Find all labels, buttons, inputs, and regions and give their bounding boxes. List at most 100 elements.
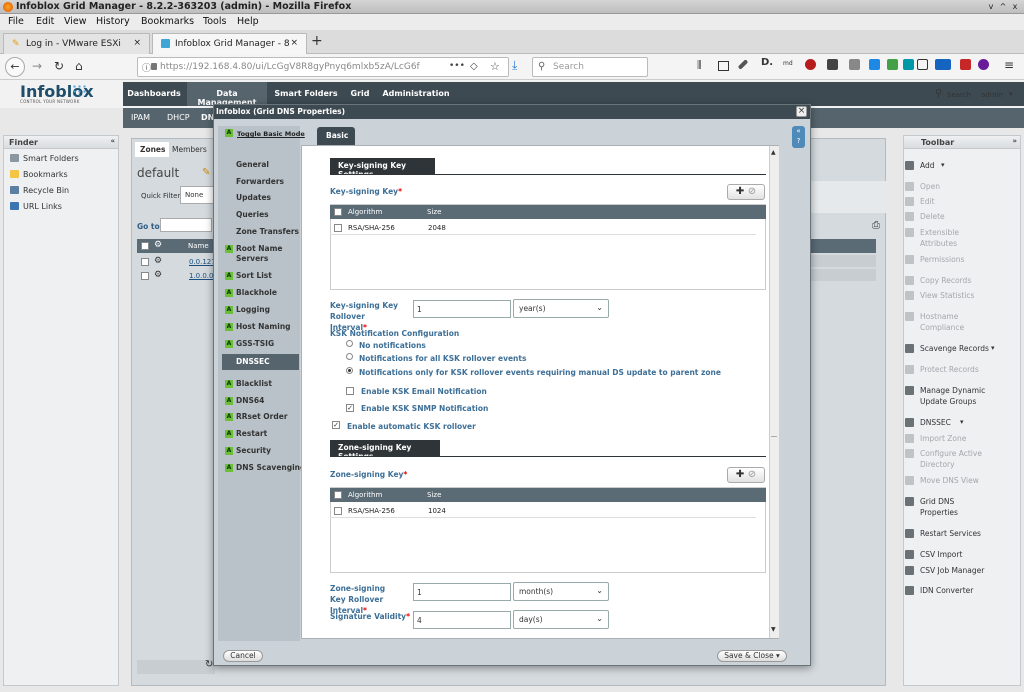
nav-forwarders[interactable]: Forwarders (236, 177, 284, 186)
zsk-interval-input[interactable]: 1 (413, 583, 511, 601)
menu-file[interactable]: File (8, 16, 24, 27)
toolbar-csv-import[interactable]: CSV Import (905, 549, 962, 560)
finder-smart-folders[interactable]: Smart Folders (10, 154, 79, 163)
help-panel-toggle[interactable]: «? (792, 126, 805, 148)
menu-help[interactable]: Help (237, 16, 259, 27)
user-menu-chevron-icon[interactable]: ▾ (1009, 90, 1013, 98)
maximize-button[interactable]: ^ (998, 2, 1008, 12)
scroll-down-icon[interactable]: ▼ (771, 626, 776, 633)
menu-history[interactable]: History (96, 16, 130, 27)
nav-blackhole[interactable]: Blackhole (236, 288, 277, 297)
no-notifications-radio[interactable] (346, 340, 353, 347)
algorithm-column[interactable]: Algorithm (348, 208, 382, 216)
home-button[interactable]: ⌂ (75, 59, 83, 73)
scroll-up-icon[interactable]: ▲ (771, 149, 776, 156)
tab-members[interactable]: Members (172, 145, 207, 154)
add-dropdown-icon[interactable]: ▾ (941, 161, 945, 169)
signature-validity-input[interactable]: 4 (413, 611, 511, 629)
toolbar-manage-dynamic-update-groups[interactable]: Manage Dynamic Update Groups (905, 385, 997, 407)
toolbar-scavenge-records[interactable]: Scavenge Records (905, 343, 989, 354)
select-all-checkbox[interactable] (141, 242, 149, 250)
collapse-icon[interactable]: « (110, 137, 115, 145)
nav-rrset-order[interactable]: RRset Order (236, 412, 288, 421)
toolbar-import-zone[interactable]: Import Zone (905, 433, 966, 444)
app-search-label[interactable]: Search (947, 91, 971, 99)
close-tab-icon[interactable]: × (290, 38, 298, 48)
menu-tools[interactable]: Tools (203, 16, 226, 27)
d-extension-icon[interactable]: D. (761, 57, 773, 68)
md-extension-icon[interactable]: md (783, 60, 794, 71)
row-gear-icon[interactable]: ⚙ (154, 270, 162, 280)
menu-hamburger-icon[interactable]: ≡ (1004, 58, 1014, 72)
toolbar-edit[interactable]: Edit (905, 196, 935, 207)
puzzle-extension-icon[interactable] (978, 59, 989, 70)
extension-icon[interactable] (827, 59, 838, 70)
add-icon[interactable]: ✚ (736, 186, 744, 197)
nav-blacklist[interactable]: Blacklist (236, 379, 272, 388)
size-column[interactable]: Size (427, 491, 441, 499)
toolbar-extensible-attributes[interactable]: Extensible Attributes (905, 227, 987, 249)
s-extension-icon[interactable] (869, 59, 880, 70)
nav-restart[interactable]: Restart (236, 429, 267, 438)
nav-queries[interactable]: Queries (236, 210, 269, 219)
row-gear-icon[interactable]: ⚙ (154, 256, 162, 266)
toolbar-hostname-compliance[interactable]: Hostname Compliance (905, 311, 977, 333)
nav-dns64[interactable]: DNS64 (236, 396, 264, 405)
toolbar-grid-dns-properties[interactable]: Grid DNS Properties (905, 496, 967, 518)
tab-vmware[interactable]: ✎ Log in - VMware ESXi × (3, 33, 150, 54)
zsk-row[interactable]: RSA/SHA-256 1024 (330, 504, 756, 518)
algorithm-column[interactable]: Algorithm (348, 491, 382, 499)
nav-updates[interactable]: Updates (236, 193, 271, 202)
nav-dns-scavenging[interactable]: DNS Scavenging (236, 463, 305, 472)
subnav-dhcp[interactable]: DHCP (167, 113, 190, 122)
user-menu[interactable]: admin (981, 91, 1003, 99)
ksk-row[interactable]: RSA/SHA-256 2048 (330, 221, 756, 235)
page-actions-icon[interactable]: ••• (449, 61, 465, 71)
cancel-button[interactable]: Cancel (223, 650, 263, 662)
all-notifications-radio[interactable] (346, 353, 353, 360)
nav-administration[interactable]: Administration (381, 82, 451, 106)
row-checkbox[interactable] (141, 272, 149, 280)
nav-sort-list[interactable]: Sort List (236, 271, 272, 280)
nav-root-name-servers[interactable]: Root Name Servers (236, 244, 296, 264)
nav-general[interactable]: General (236, 160, 269, 169)
forward-button[interactable]: → (32, 59, 42, 73)
row-checkbox[interactable] (334, 224, 342, 232)
nav-data-management[interactable]: Data Management (187, 82, 267, 107)
zone-link[interactable]: 1.0.0.0 (189, 272, 214, 280)
remove-icon[interactable]: ⊘ (748, 469, 756, 480)
nav-gss-tsig[interactable]: GSS-TSIG (236, 339, 274, 348)
toolbar-open[interactable]: Open (905, 181, 940, 192)
toolbar-csv-job-manager[interactable]: CSV Job Manager (905, 565, 984, 576)
reload-button[interactable]: ↻ (54, 59, 64, 73)
tab-zones[interactable]: Zones (135, 142, 169, 157)
screenshot-icon[interactable] (903, 59, 914, 70)
toolbar-add[interactable]: Add (905, 160, 935, 171)
print-icon[interactable]: ⎙ (872, 220, 880, 231)
menu-bookmarks[interactable]: Bookmarks (141, 16, 194, 27)
grid-extension-icon[interactable] (849, 59, 860, 70)
toolbar-restart-services[interactable]: Restart Services (905, 528, 981, 539)
nav-dnssec[interactable]: DNSSEC (236, 357, 270, 366)
remove-icon[interactable]: ⊘ (748, 186, 756, 197)
size-column[interactable]: Size (427, 208, 441, 216)
auto-rollover-checkbox[interactable]: ✓ (332, 421, 340, 429)
toolbar-protect-records[interactable]: Protect Records (905, 364, 979, 375)
scroll-thumb[interactable] (771, 436, 777, 437)
scavenge-dropdown-icon[interactable]: ▾ (991, 344, 995, 352)
select-all-checkbox[interactable] (334, 491, 342, 499)
ublock-icon[interactable] (805, 59, 816, 70)
url-bar[interactable]: ⓘ https://192.168.4.80/ui/LcGgV8R8gyPnyq… (137, 57, 509, 77)
toolbar-idn-converter[interactable]: IDN Converter (905, 585, 973, 596)
ksk-email-checkbox[interactable] (346, 387, 354, 395)
signature-validity-unit-select[interactable]: day(s) ⌄ (513, 610, 609, 629)
collapse-icon[interactable]: » (1012, 137, 1017, 145)
manual-ds-notifications-radio[interactable] (346, 367, 353, 374)
toolbar-delete[interactable]: Delete (905, 211, 945, 222)
colorful-extension-icon[interactable] (887, 59, 898, 70)
save-close-button[interactable]: Save & Close ▾ (717, 650, 787, 662)
minimize-button[interactable]: v (986, 2, 996, 12)
finder-recycle-bin[interactable]: Recycle Bin (10, 186, 69, 195)
toolbar-move-dns-view[interactable]: Move DNS View (905, 475, 979, 486)
nav-grid[interactable]: Grid (343, 82, 377, 106)
